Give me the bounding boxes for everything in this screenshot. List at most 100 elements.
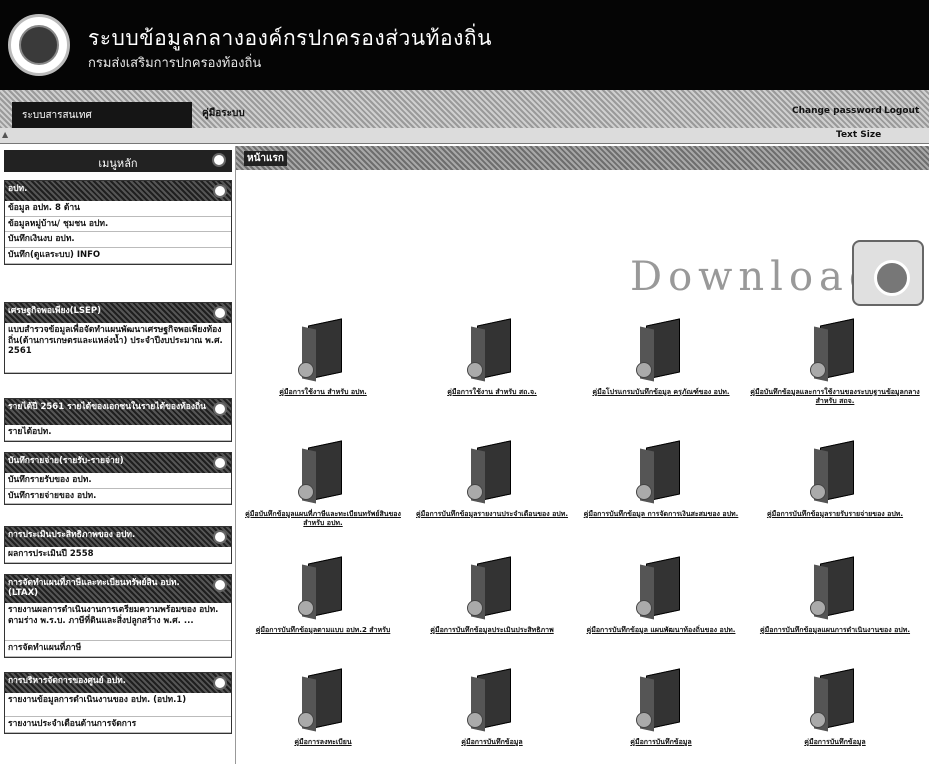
manual-label[interactable]: คู่มือบันทึกข้อมูลและการใช้งานของระบบฐาน…: [750, 388, 920, 407]
tab-information-system[interactable]: ระบบสารสนเทศ: [12, 102, 192, 128]
section-title: อปท.: [8, 184, 28, 194]
sidebar-section: การประเมินประสิทธิภาพของ อปท. ผลการประเม…: [4, 526, 232, 564]
sidebar-section-header[interactable]: การประเมินประสิทธิภาพของ อปท.: [5, 527, 231, 547]
manual-label[interactable]: คู่มือการบันทึกข้อมูล: [576, 738, 746, 747]
sidebar-item[interactable]: ผลการประเมินปี 2558: [5, 547, 231, 563]
manual-book-icon: [810, 318, 858, 382]
manual-book-icon: [636, 318, 684, 382]
manual-link[interactable]: คู่มือการบันทึกข้อมูล: [407, 668, 577, 747]
site-subtitle: กรมส่งเสริมการปกครองท้องถิ่น: [88, 56, 262, 71]
sidebar-item[interactable]: บันทึกรายรับของ อปท.: [5, 473, 231, 489]
manual-link[interactable]: คู่มือบันทึกข้อมูลและการใช้งานของระบบฐาน…: [750, 318, 920, 407]
change-password-link[interactable]: Change password: [792, 106, 882, 116]
manual-label[interactable]: คู่มือการลงทะเบียน: [238, 738, 408, 747]
manual-label[interactable]: คู่มือการใช้งาน สำหรับ สถ.จ.: [407, 388, 577, 397]
sidebar-header: เมนูหลัก: [4, 150, 232, 172]
collapse-icon[interactable]: [213, 530, 227, 544]
manual-book-icon: [298, 318, 346, 382]
manual-label[interactable]: คู่มือการบันทึกข้อมูลตามแบบ อปท.2 สำหรับ: [238, 626, 408, 635]
manual-label[interactable]: คู่มือการใช้งาน สำหรับ อปท.: [238, 388, 408, 397]
manual-book-icon: [467, 668, 515, 732]
section-title: การประเมินประสิทธิภาพของ อปท.: [8, 530, 136, 540]
site-header: ระบบข้อมูลกลางองค์กรปกครองส่วนท้องถิ่น ก…: [0, 0, 929, 90]
section-title: เศรษฐกิจพอเพียง(LSEP): [8, 306, 101, 316]
sidebar-section-header[interactable]: การบริหารจัดการของศูนย์ อปท.: [5, 673, 231, 693]
sidebar-section: การจัดทำแผนที่ภาษีและทะเบียนทรัพย์สิน อป…: [4, 574, 232, 658]
manual-link[interactable]: คู่มือการบันทึกข้อมูลรายรับรายจ่ายของ อป…: [750, 440, 920, 519]
manual-book-icon: [467, 318, 515, 382]
collapse-icon[interactable]: [213, 578, 227, 592]
manual-link[interactable]: คู่มือการบันทึกข้อมูล: [750, 668, 920, 747]
manual-label[interactable]: คู่มือการบันทึกข้อมูล แผนพัฒนาท้องถิ่นขอ…: [576, 626, 746, 635]
download-arrow-icon: [874, 260, 910, 296]
toolbar: ▲ Text Size: [0, 128, 929, 144]
manual-link[interactable]: คู่มือการบันทึกข้อมูลตามแบบ อปท.2 สำหรับ: [238, 556, 408, 635]
manual-label[interactable]: คู่มือการบันทึกข้อมูล: [750, 738, 920, 747]
manual-link[interactable]: คู่มือการบันทึกข้อมูลรายงานประจำเดือนของ…: [407, 440, 577, 519]
content-title: หน้าแรก: [244, 151, 287, 166]
manual-link[interactable]: คู่มือการบันทึกข้อมูล การจัดการเงินสะสมข…: [576, 440, 746, 519]
sidebar-section: เศรษฐกิจพอเพียง(LSEP) แบบสำรวจข้อมูลเพื่…: [4, 302, 232, 374]
tab-manual[interactable]: คู่มือระบบ: [202, 106, 245, 121]
manual-label[interactable]: คู่มือบันทึกข้อมูลแผนที่ภาษีและทะเบียนทร…: [238, 510, 408, 529]
emblem-logo: [8, 14, 70, 76]
sidebar-item[interactable]: บันทึกเงินงบ อปท.: [5, 232, 231, 248]
breadcrumb: ▲: [2, 130, 9, 139]
manual-link[interactable]: คู่มือบันทึกข้อมูลแผนที่ภาษีและทะเบียนทร…: [238, 440, 408, 529]
manual-link[interactable]: คู่มือการบันทึกข้อมูลประเมินประสิทธิภาพ: [407, 556, 577, 635]
sidebar-item[interactable]: รายงานประจำเดือนด้านการจัดการ: [5, 717, 231, 733]
logout-link[interactable]: Logout: [884, 106, 919, 116]
manual-book-icon: [636, 556, 684, 620]
manual-label[interactable]: คู่มือการบันทึกข้อมูลรายงานประจำเดือนของ…: [407, 510, 577, 519]
sidebar-section-header[interactable]: อปท.: [5, 181, 231, 201]
emblem-seal-icon: [19, 25, 59, 65]
sidebar-item[interactable]: บันทึกรายจ่ายของ อปท.: [5, 489, 231, 505]
section-title: บันทึกรายจ่าย(รายรับ-รายจ่าย): [8, 456, 124, 466]
navigation-bar: ระบบสารสนเทศ คู่มือระบบ Change password …: [0, 90, 929, 128]
manual-label[interactable]: คู่มือการบันทึกข้อมูลประเมินประสิทธิภาพ: [407, 626, 577, 635]
collapse-icon[interactable]: [213, 306, 227, 320]
download-heading: Download: [630, 254, 881, 300]
manual-link[interactable]: คู่มือการบันทึกข้อมูลแผนการดำเนินงานของ …: [750, 556, 920, 635]
manual-link[interactable]: คู่มือการใช้งาน สำหรับ อปท.: [238, 318, 408, 397]
manual-book-icon: [636, 440, 684, 504]
sidebar-item[interactable]: รายงานข้อมูลการดำเนินงานของ อปท. (อปท.1): [5, 693, 231, 717]
sidebar-section-header[interactable]: รายได้ปี 2561 รายได้ของเอกชนในรายได้ของท…: [5, 399, 231, 425]
site-title: ระบบข้อมูลกลางองค์กรปกครองส่วนท้องถิ่น: [88, 26, 492, 50]
sidebar-section-header[interactable]: การจัดทำแผนที่ภาษีและทะเบียนทรัพย์สิน อป…: [5, 575, 231, 603]
collapse-icon[interactable]: [213, 456, 227, 470]
manual-book-icon: [810, 668, 858, 732]
text-size-control[interactable]: Text Size: [836, 130, 881, 140]
manual-label[interactable]: คู่มือการบันทึกข้อมูล: [407, 738, 577, 747]
sidebar-item[interactable]: ข้อมูล อปท. 8 ด้าน: [5, 201, 231, 217]
collapse-icon[interactable]: [213, 676, 227, 690]
sidebar-section-header[interactable]: เศรษฐกิจพอเพียง(LSEP): [5, 303, 231, 323]
download-icon: [852, 240, 924, 306]
collapse-icon[interactable]: [213, 184, 227, 198]
sidebar-section: อปท. ข้อมูล อปท. 8 ด้าน ข้อมูลหมู่บ้าน/ …: [4, 180, 232, 265]
sidebar-item[interactable]: รายได้อปท.: [5, 425, 231, 441]
manual-link[interactable]: คู่มือการใช้งาน สำหรับ สถ.จ.: [407, 318, 577, 397]
manual-link[interactable]: คู่มือโปรแกรมบันทึกข้อมูล ครุภัณฑ์ของ อป…: [576, 318, 746, 397]
sidebar-item[interactable]: การจัดทำแผนที่ภาษี: [5, 641, 231, 657]
sidebar-section: บันทึกรายจ่าย(รายรับ-รายจ่าย) บันทึกรายร…: [4, 452, 232, 506]
sidebar-item[interactable]: แบบสำรวจข้อมูลเพื่อจัดทำแผนพัฒนาเศรษฐกิจ…: [5, 323, 231, 373]
sidebar-item[interactable]: ข้อมูลหมู่บ้าน/ ชุมชน อปท.: [5, 217, 231, 233]
manual-label[interactable]: คู่มือการบันทึกข้อมูลแผนการดำเนินงานของ …: [750, 626, 920, 635]
manual-label[interactable]: คู่มือการบันทึกข้อมูลรายรับรายจ่ายของ อป…: [750, 510, 920, 519]
sidebar-title: เมนูหลัก: [98, 157, 138, 170]
manual-book-icon: [810, 556, 858, 620]
sidebar-item[interactable]: รายงานผลการดำเนินงานการเตรียมความพร้อมขอ…: [5, 603, 231, 641]
sidebar-section-header[interactable]: บันทึกรายจ่าย(รายรับ-รายจ่าย): [5, 453, 231, 473]
manual-link[interactable]: คู่มือการบันทึกข้อมูล แผนพัฒนาท้องถิ่นขอ…: [576, 556, 746, 635]
sidebar-item[interactable]: บันทึก(ดูแลระบบ) INFO: [5, 248, 231, 264]
manual-label[interactable]: คู่มือโปรแกรมบันทึกข้อมูล ครุภัณฑ์ของ อป…: [576, 388, 746, 397]
manual-link[interactable]: คู่มือการบันทึกข้อมูล: [576, 668, 746, 747]
manual-book-icon: [467, 440, 515, 504]
collapse-icon[interactable]: [213, 402, 227, 416]
collapse-icon[interactable]: [212, 153, 226, 167]
manual-label[interactable]: คู่มือการบันทึกข้อมูล การจัดการเงินสะสมข…: [576, 510, 746, 519]
manual-link[interactable]: คู่มือการลงทะเบียน: [238, 668, 408, 747]
manual-book-icon: [636, 668, 684, 732]
manual-book-icon: [298, 440, 346, 504]
